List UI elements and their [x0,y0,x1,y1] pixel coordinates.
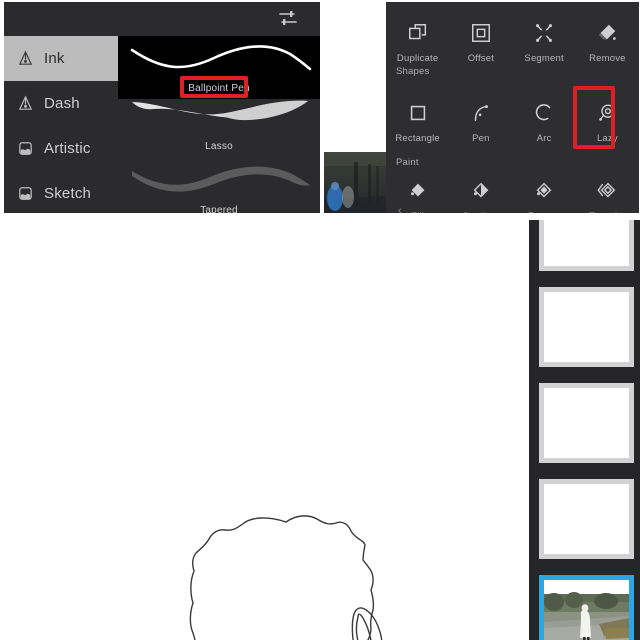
brush-item-label: Lasso [205,141,233,152]
layer-thumbnail-photo [544,580,629,640]
tapered-stroke-preview [132,166,310,192]
tool-gradient[interactable]: Gradient [449,172,512,213]
remove-eraser-icon [599,24,617,40]
tool-remove[interactable]: Remove [576,14,639,78]
layer-item[interactable] [539,220,634,271]
tool-label: Offset [467,53,495,64]
lasso-stroke-preview [132,100,308,121]
segment-icon [536,24,553,42]
brush-item-ballpoint-pen[interactable]: Ballpoint Pen [118,36,320,99]
brush-category-ink[interactable]: Ink [4,36,118,81]
tool-rectangle[interactable]: Rectangle [386,94,449,158]
tool-group-label-shapes: Shapes [396,66,430,77]
brush-item-label: Tapered [200,205,238,213]
sliders-settings-icon[interactable] [278,9,298,27]
tool-label: Duplicate [396,53,439,64]
layer-item[interactable] [539,383,634,463]
gradient-droplet-icon [473,182,489,198]
tool-label: Fill [411,211,424,213]
app-root: Ink Dash Artistic Sketch Ballpoint Pen L… [0,0,640,640]
layer-thumbnail [544,220,629,266]
brush-category-artistic[interactable]: Artistic [4,126,118,171]
layer-thumbnail [544,484,629,554]
tool-label: Rectangle [395,133,440,144]
tool-arc[interactable]: Arc [513,94,576,158]
peek-photo-thumbnail[interactable] [324,152,386,213]
layer-item[interactable] [539,287,634,367]
layer-thumbnail [544,388,629,458]
tool-group-paint: ‹ Rectangle Pen Arc Lazy Paint [386,94,639,213]
tool-label: Pen [472,133,490,144]
tool-label: Arc [536,133,552,144]
ink-nib-icon [18,50,33,65]
pattern-droplet-icon [536,182,552,198]
tool-label: Segment [524,53,564,64]
brush-category-dash[interactable]: Dash [4,81,118,126]
lazy-loop-icon [599,104,615,121]
tool-label: Pattern [528,211,560,213]
dash-nib-icon [18,95,33,110]
tool-lazy[interactable]: Lazy [576,94,639,158]
brush-preview-list[interactable]: Ballpoint Pen Lasso Tapered [118,36,320,213]
tool-pattern[interactable]: Pattern [513,172,576,213]
transfer-icon [597,182,616,198]
tool-segment[interactable]: Segment [513,14,576,78]
tool-group-shapes: Duplicate Offset Segment Remove Shapes [386,2,639,78]
layer-photo-image [544,580,629,640]
brush-panel-header [4,2,320,36]
ballpoint-pen-stroke-preview [130,45,312,71]
offset-icon [471,24,490,42]
layer-item-selected[interactable] [539,575,634,640]
peek-photo-image [324,152,386,213]
brush-item-lasso[interactable]: Lasso [118,99,320,157]
tool-fill[interactable]: Fill [386,172,449,213]
arc-icon [535,104,551,121]
brush-category-label: Sketch [44,185,92,202]
tool-label: Remove [589,53,626,64]
brush-category-label: Artistic [44,140,91,157]
tool-transfer[interactable]: Transfer [576,172,639,213]
brush-category-sketch[interactable]: Sketch [4,171,118,213]
tool-group-label-paint: Paint [396,157,419,168]
brush-item-label: Ballpoint Pen [188,83,250,94]
tool-label: Transfer [589,211,626,213]
tool-options-panel[interactable]: Duplicate Offset Segment Remove Shapes ‹… [386,2,639,213]
artistic-brush-icon [19,142,32,155]
fill-droplet-icon [410,183,425,197]
brush-item-tapered[interactable]: Tapered [118,157,320,213]
tool-pen[interactable]: Pen [449,94,512,158]
brush-category-label: Dash [44,95,80,112]
rectangle-icon [410,105,425,121]
sketch-brush-icon [19,187,32,200]
brush-library-panel[interactable]: Ink Dash Artistic Sketch Ballpoint Pen L… [4,2,320,213]
pen-curve-icon [474,105,488,122]
tool-offset[interactable]: Offset [449,14,512,78]
brush-category-list[interactable]: Ink Dash Artistic Sketch [4,36,118,213]
duplicate-icon [408,24,426,40]
layer-thumbnail [544,292,629,362]
layer-panel[interactable] [529,220,640,640]
tool-label: Lazy [596,133,618,144]
tool-label: Gradient [462,211,500,213]
layer-item[interactable] [539,479,634,559]
tool-group-symmetry: Fill Gradient Pattern [386,172,639,213]
brush-category-label: Ink [44,50,65,67]
